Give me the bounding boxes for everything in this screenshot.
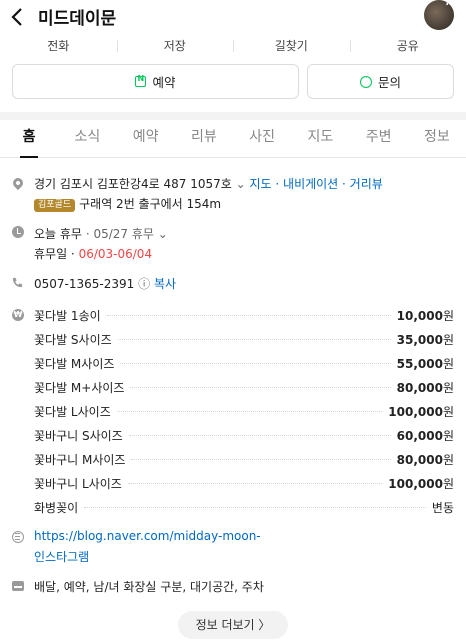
naver-booking-icon — [135, 74, 147, 87]
menu-item: 꽃다발 1송이 10,000원 — [34, 308, 454, 323]
menu-item: 화병꽂이 변동 — [34, 500, 454, 515]
menu-item: 꽃다발 S사이즈 35,000원 — [34, 332, 454, 347]
tab-photos[interactable]: 사진 — [233, 120, 291, 157]
header: 미드데이문 my — [0, 0, 466, 36]
amenities-section: 배달, 예약, 남/녀 화장실 구분, 대기공간, 주차 — [12, 578, 454, 596]
page-title: 미드데이문 — [38, 9, 117, 29]
menu-item: 꽃다발 L사이즈 100,000원 — [34, 404, 454, 419]
address-text: 경기 김포시 김포한강4로 487 1057호 — [34, 177, 232, 191]
menu-item: 꽃바구니 L사이즈 100,000원 — [34, 476, 454, 491]
inquiry-label: 문의 — [377, 75, 401, 90]
tab-news[interactable]: 소식 — [58, 120, 116, 157]
avatar[interactable]: my — [424, 0, 454, 30]
phone-icon — [12, 277, 23, 288]
button-row: 예약 문의 — [12, 64, 454, 99]
save-action[interactable]: 저장 — [116, 36, 234, 58]
avatar-text: my — [446, 0, 454, 8]
hours-status: 오늘 휴무 — [34, 227, 82, 241]
info-icon[interactable]: ⓘ — [138, 277, 150, 291]
menu-item: 꽃다발 M+사이즈 80,000원 — [34, 380, 454, 395]
section-divider — [0, 112, 466, 120]
hours-next: · 05/27 휴무 — [85, 227, 154, 241]
copy-link[interactable]: 복사 — [154, 277, 176, 291]
menu-item: 꽃바구니 S사이즈 60,000원 — [34, 428, 454, 443]
tab-reviews[interactable]: 리뷰 — [175, 120, 233, 157]
amenities-icon — [12, 581, 24, 591]
tab-map[interactable]: 지도 — [291, 120, 349, 157]
more-info-button[interactable]: 정보 더보기 〉 — [178, 611, 288, 639]
expand-chevron-icon[interactable]: ⌄ — [236, 177, 246, 191]
menu-item: 꽃다발 M사이즈 55,000원 — [34, 356, 454, 371]
hours-toggle[interactable]: 오늘 휴무 · 05/27 휴무 ⌄ — [34, 225, 168, 242]
globe-icon — [12, 531, 24, 543]
share-action[interactable]: 공유 — [349, 36, 466, 58]
phone-number[interactable]: 0507-1365-2391 — [34, 277, 134, 291]
tab-bar: 홈 소식 예약 리뷰 사진 지도 주변 정보 — [0, 120, 466, 158]
directions-action[interactable]: 길찾기 — [233, 36, 350, 58]
chevron-down-icon: ⌄ — [157, 227, 168, 241]
inquiry-button[interactable]: 문의 — [307, 64, 454, 99]
tab-booking[interactable]: 예약 — [117, 120, 175, 157]
chat-icon — [359, 73, 372, 88]
instagram-link[interactable]: 인스타그램 — [34, 548, 89, 565]
back-arrow-icon[interactable] — [8, 6, 28, 28]
transit-text: 구래역 2번 출구에서 154m — [79, 197, 222, 211]
address-links[interactable]: 지도 · 내비게이션 · 거리뷰 — [250, 177, 383, 191]
address-section: 경기 김포시 김포한강4로 487 1057호 ⌄ 지도 · 내비게이션 · 거… — [10, 175, 454, 215]
website-section: https://blog.naver.com/midday-moon- 인스타그… — [12, 529, 454, 567]
transit-badge: 김포골드 — [34, 199, 76, 212]
holiday-dates: 06/03-06/04 — [78, 247, 153, 261]
action-bar: 전화 저장 길찾기 공유 — [0, 36, 466, 58]
tab-info[interactable]: 정보 — [408, 120, 466, 157]
clock-icon — [12, 226, 24, 238]
phone-section: 0507-1365-2391 ⓘ 복사 — [12, 275, 454, 293]
tab-home[interactable]: 홈 — [0, 120, 58, 157]
reserve-button[interactable]: 예약 — [12, 64, 299, 99]
call-action[interactable]: 전화 — [0, 36, 117, 58]
amenities-text: 배달, 예약, 남/녀 화장실 구분, 대기공간, 주차 — [34, 580, 264, 594]
hours-section: 오늘 휴무 · 05/27 휴무 ⌄ 휴무일 · 06/03-06/04 — [12, 225, 454, 265]
menu-item: 꽃바구니 M사이즈 80,000원 — [34, 452, 454, 467]
reserve-label: 예약 — [152, 75, 176, 90]
menu-list: 꽃다발 1송이 10,000원 꽃다발 S사이즈 35,000원 꽃다발 M사이즈 5… — [34, 303, 454, 519]
holiday-label: 휴무일 · — [34, 247, 75, 261]
won-price-icon: ₩ — [12, 309, 24, 321]
location-pin-icon — [10, 175, 26, 191]
blog-link[interactable]: https://blog.naver.com/midday-moon- — [34, 529, 261, 543]
tab-nearby[interactable]: 주변 — [350, 120, 408, 157]
